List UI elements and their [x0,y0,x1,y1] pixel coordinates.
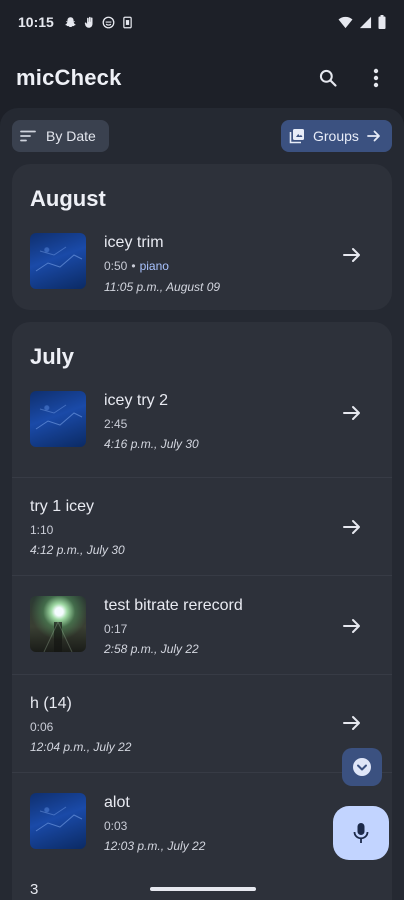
arrow-forward-icon[interactable] [342,245,362,265]
recording-thumbnail [30,233,86,289]
thumbnail-art [35,806,83,832]
hand-icon [84,16,93,28]
recording-title: icey try 2 [104,392,169,409]
recording-thumbnail [30,793,86,849]
more-vert-icon [373,68,379,88]
recording-duration: 0:17 [104,622,128,636]
recording-duration: 2:45 [104,417,128,431]
signal-icon [359,16,372,28]
recording-meta: 0:50 • piano [104,259,169,273]
snapchat-icon [65,16,76,27]
recording-duration: 1:10 [30,523,54,537]
recording-title: try 1 icey [30,498,95,515]
section-card-august: August icey trim 0:50 • piano 11:05 p.m., … [12,164,392,310]
recording-tag[interactable]: piano [140,259,169,273]
groups-button[interactable]: Groups [281,120,392,152]
status-bar: 10:15 [0,0,404,44]
recording-title: test bitrate rerecord [104,597,243,614]
recording-thumbnail [30,596,86,652]
status-time: 10:15 [18,14,54,30]
wifi-icon [338,16,353,28]
recording-thumbnail [30,391,86,447]
filter-row: By Date Groups [12,120,392,152]
face-icon [102,16,115,28]
search-icon [319,69,337,87]
recording-title: icey trim [104,234,164,251]
recording-date: 12:04 p.m., July 22 [30,740,132,754]
record-button[interactable] [333,806,389,860]
recording-duration: 0:03 [104,819,128,833]
app-actions [316,66,388,90]
sim-icon [123,16,132,28]
sort-icon [20,130,36,142]
scroll-down-button[interactable] [342,748,382,786]
arrow-forward-icon [367,130,380,142]
notification-icons [64,16,134,29]
mic-icon [353,823,369,843]
recording-row[interactable]: test bitrate rerecord 0:17 2:58 p.m., Ju… [12,575,392,673]
groups-label: Groups [313,128,359,144]
search-button[interactable] [316,66,340,90]
recording-date: 4:12 p.m., July 30 [30,543,125,557]
recording-date: 4:16 p.m., July 30 [104,437,199,451]
sort-label: By Date [46,128,96,144]
recording-row[interactable]: try 1 icey 1:10 4:12 p.m., July 30 [12,477,392,575]
section-month-heading: July [30,344,75,369]
thumbnail-art [43,621,73,652]
app-bar: micCheck [0,50,404,106]
chevron-down-icon [353,758,371,776]
system-icons [338,15,386,29]
app-title: micCheck [16,65,122,90]
recording-duration: 0:50 [104,259,128,273]
recording-date: 2:58 p.m., July 22 [104,642,199,656]
recording-title: h (14) [30,695,72,712]
battery-icon [378,15,386,29]
groups-icon [289,129,304,144]
recording-date: 12:03 p.m., July 22 [104,839,206,853]
more-options-button[interactable] [364,66,388,90]
arrow-forward-icon[interactable] [342,713,362,733]
arrow-forward-icon[interactable] [342,616,362,636]
sort-by-date-chip[interactable]: By Date [12,120,109,152]
recording-row[interactable]: icey try 2 2:45 4:16 p.m., July 30 [12,379,392,477]
recording-duration: 0:06 [30,720,54,734]
recording-row[interactable]: h (14) 0:06 12:04 p.m., July 22 [12,674,392,772]
recording-date: 11:05 p.m., August 09 [104,280,221,294]
thumbnail-art [35,404,83,430]
arrow-forward-icon[interactable] [342,403,362,423]
recording-count: 3 [30,881,39,898]
meta-separator: • [131,259,136,273]
gesture-navigation-bar[interactable] [150,887,256,891]
section-month-heading: August [30,186,106,211]
recording-title: alot [104,794,130,811]
thumbnail-art [35,246,83,272]
arrow-forward-icon[interactable] [342,517,362,537]
recording-row[interactable]: icey trim 0:50 • piano 11:05 p.m., August … [12,220,392,310]
